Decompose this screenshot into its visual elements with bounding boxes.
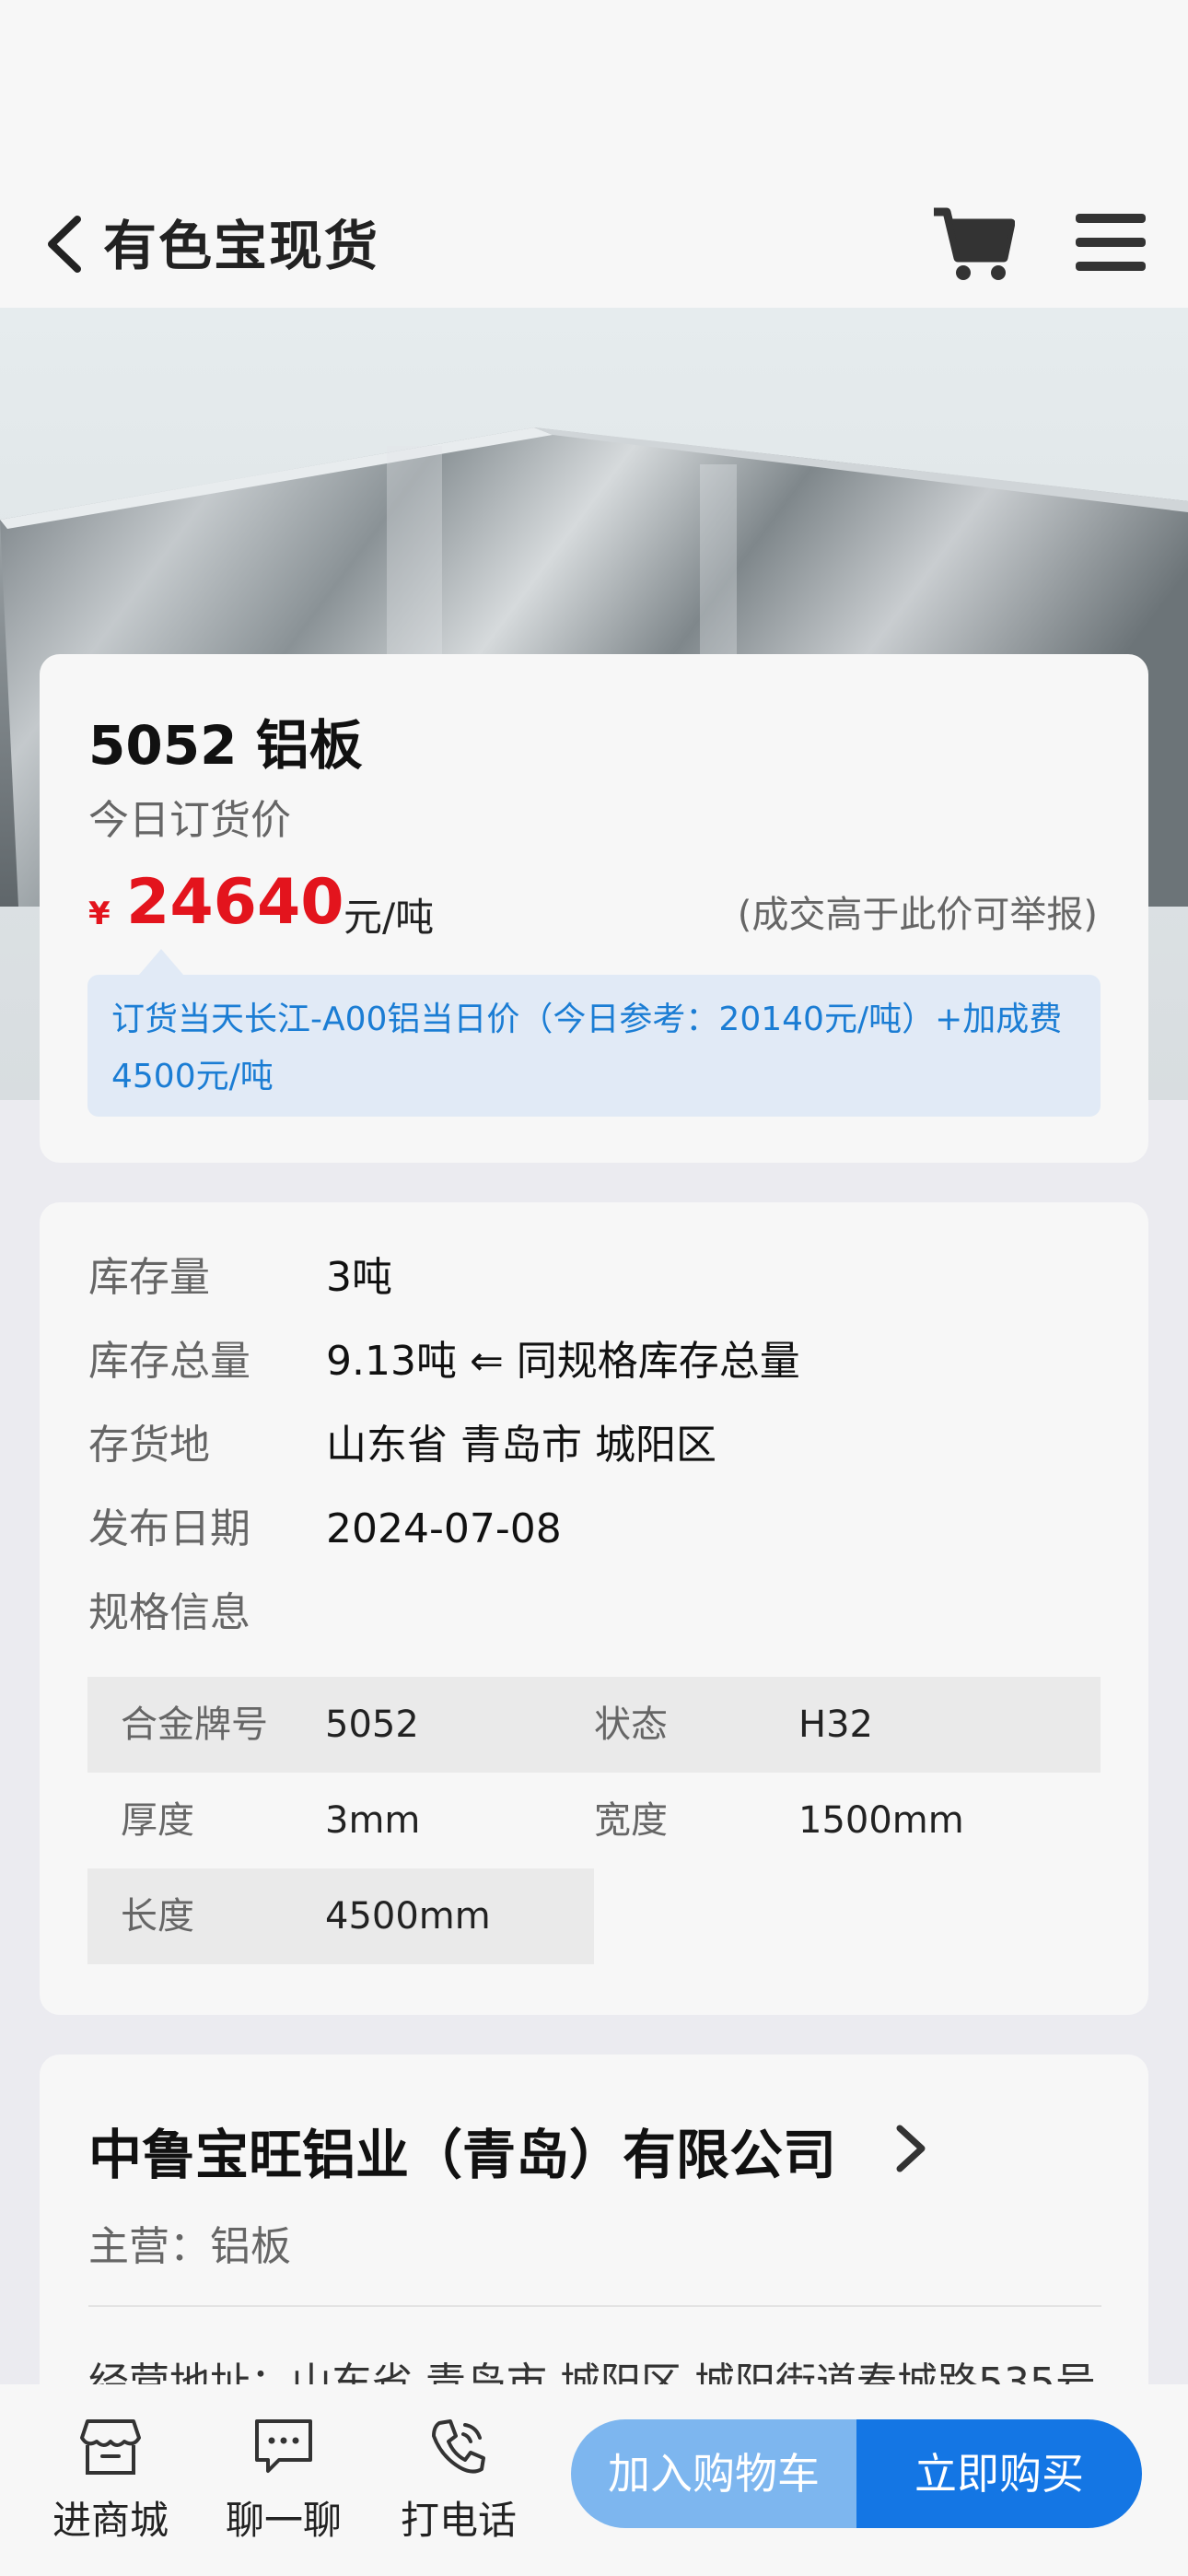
spec-value: 4500mm — [325, 1895, 491, 1938]
tab-label: 进商城 — [52, 2498, 169, 2543]
price-unit: 元/吨 — [344, 895, 435, 940]
cart-button[interactable] — [930, 201, 1016, 286]
spec-value: H32 — [798, 1704, 873, 1746]
info-row-total-stock: 库存总量 9.13吨 ⇐ 同规格库存总量 — [88, 1334, 1101, 1389]
info-row-stock: 库存量 3吨 — [88, 1250, 1101, 1306]
product-title: 5052 铝板 — [88, 714, 363, 777]
info-card: 库存量 3吨 库存总量 9.13吨 ⇐ 同规格库存总量 存货地 山东省 青岛市 … — [40, 1202, 1148, 2015]
spec-key: 厚度 — [121, 1799, 194, 1842]
add-to-cart-button[interactable]: 加入购物车 — [571, 2419, 856, 2528]
price-formula: 订货当天长江-A00铝当日价（今日参考：20140元/吨）+加成费4500元/吨 — [87, 975, 1101, 1117]
info-value: 山东省 青岛市 城阳区 — [326, 1422, 716, 1469]
page-title: 有色宝现货 — [103, 215, 380, 277]
info-key: 库存量 — [88, 1254, 210, 1301]
tab-chat[interactable]: 聊一聊 — [210, 2414, 357, 2543]
info-row-spec-heading: 规格信息 — [88, 1586, 1101, 1641]
info-row-location: 存货地 山东省 青岛市 城阳区 — [88, 1418, 1101, 1473]
spec-key: 长度 — [121, 1895, 194, 1938]
spec-cell-width: 宽度 1500mm — [594, 1773, 1101, 1868]
spec-table: 合金牌号 5052 状态 H32 厚度 3mm 宽度 1500mm 长度 450… — [87, 1677, 1101, 1964]
phone-icon — [432, 2419, 485, 2474]
tab-phone[interactable]: 打电话 — [385, 2414, 532, 2543]
divider — [88, 2305, 1101, 2307]
info-value: 2024-07-08 — [326, 1505, 562, 1552]
nav-bar: 有色宝现货 — [0, 184, 1188, 308]
cart-icon — [934, 207, 1016, 280]
company-main-business: 主营：铝板 — [88, 2223, 291, 2270]
menu-button[interactable] — [1074, 206, 1147, 280]
info-key: 存货地 — [88, 1422, 210, 1469]
spec-key: 状态 — [594, 1704, 668, 1746]
spec-key: 合金牌号 — [121, 1704, 268, 1746]
tab-label: 打电话 — [400, 2498, 517, 2543]
callout-pointer — [139, 949, 183, 975]
info-row-publish-date: 发布日期 2024-07-08 — [88, 1502, 1101, 1557]
spec-value: 5052 — [325, 1704, 419, 1746]
currency-symbol: ¥ — [88, 896, 111, 932]
spec-cell-alloy: 合金牌号 5052 — [87, 1677, 594, 1773]
price-report-note: (成交高于此价可举报) — [737, 894, 1098, 936]
store-icon — [80, 2419, 141, 2475]
bottom-action-bar: 进商城 聊一聊 打电话 加入购物车 立即购买 — [0, 2384, 1188, 2576]
price-value: 24640 — [126, 866, 344, 939]
spec-cell-length: 长度 4500mm — [87, 1868, 594, 1964]
spec-value: 3mm — [325, 1799, 421, 1842]
spec-cell-temper: 状态 H32 — [594, 1677, 1101, 1773]
chat-icon — [255, 2419, 312, 2473]
spec-value: 1500mm — [798, 1799, 964, 1842]
tab-label: 聊一聊 — [225, 2498, 342, 2543]
menu-icon — [1076, 214, 1146, 271]
price-card: 5052 铝板 今日订货价 ¥ 24640 元/吨 (成交高于此价可举报) 订货… — [40, 654, 1148, 1163]
back-button[interactable] — [37, 212, 92, 276]
info-value: 9.13吨 ⇐ 同规格库存总量 — [326, 1338, 800, 1385]
price-label: 今日订货价 — [88, 797, 291, 844]
tab-store[interactable]: 进商城 — [37, 2414, 184, 2543]
info-key: 发布日期 — [88, 1505, 250, 1552]
status-bar — [0, 0, 1188, 184]
spec-key: 宽度 — [594, 1799, 668, 1842]
buy-now-button[interactable]: 立即购买 — [856, 2419, 1142, 2528]
info-key: 库存总量 — [88, 1338, 250, 1385]
info-key: 规格信息 — [88, 1589, 250, 1636]
company-name[interactable]: 中鲁宝旺铝业（青岛）有限公司 — [88, 2112, 836, 2189]
info-value: 3吨 — [326, 1254, 392, 1301]
spec-cell-thickness: 厚度 3mm — [87, 1773, 594, 1868]
chevron-left-icon — [48, 216, 81, 273]
chevron-right-icon[interactable] — [887, 2121, 933, 2176]
